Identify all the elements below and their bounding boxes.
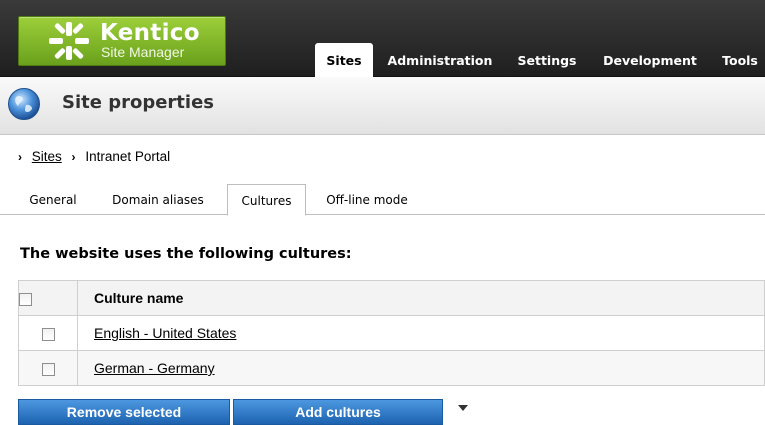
main-tabs: Sites Administration Settings Developmen… [0, 43, 765, 77]
cultures-grid: Culture name English - United States Ger… [18, 280, 765, 386]
row-checkbox-cell [18, 350, 78, 386]
breadcrumb-arrow-icon: › [71, 150, 76, 164]
globe-icon [8, 88, 40, 120]
row-checkbox[interactable] [41, 327, 55, 341]
breadcrumb-sites-link[interactable]: Sites [32, 149, 62, 164]
tab-administration[interactable]: Administration [381, 43, 499, 76]
culture-name-header: Culture name [77, 280, 765, 316]
chevron-down-icon[interactable] [458, 405, 468, 411]
culture-link[interactable]: English - United States [94, 325, 236, 341]
tab-settings[interactable]: Settings [509, 43, 585, 76]
select-all-checkbox[interactable] [19, 292, 32, 306]
tab-tools[interactable]: Tools [715, 43, 765, 76]
section-title: The website uses the following cultures: [20, 246, 352, 262]
breadcrumb-current: Intranet Portal [85, 149, 171, 164]
select-all-cell [18, 280, 78, 316]
sub-tabs: General Domain aliases Cultures Off-line… [0, 183, 765, 216]
culture-name-cell: German - Germany [77, 350, 765, 386]
subtab-domain-aliases[interactable]: Domain aliases [96, 186, 220, 213]
breadcrumb-arrow-icon: › [18, 150, 22, 164]
subtab-general[interactable]: General [18, 186, 88, 213]
remove-selected-button[interactable]: Remove selected [18, 399, 230, 425]
page-title-bar: Site properties [0, 77, 765, 135]
page-title: Site properties [62, 92, 215, 113]
row-checkbox[interactable] [41, 362, 55, 376]
top-header: Kentico Site Manager Sites Administratio… [0, 0, 765, 77]
subtab-cultures[interactable]: Cultures [227, 184, 306, 216]
tab-sites[interactable]: Sites [315, 43, 373, 77]
tab-development[interactable]: Development [595, 43, 705, 76]
breadcrumb: › Sites › Intranet Portal [18, 149, 170, 164]
culture-link[interactable]: German - Germany [94, 360, 215, 376]
row-checkbox-cell [18, 315, 78, 351]
table-row: English - United States [18, 315, 765, 351]
culture-name-cell: English - United States [77, 315, 765, 351]
add-cultures-button[interactable]: Add cultures [233, 399, 443, 425]
grid-header-row: Culture name [18, 280, 765, 316]
table-row: German - Germany [18, 350, 765, 386]
subtab-offline-mode[interactable]: Off-line mode [312, 186, 422, 213]
